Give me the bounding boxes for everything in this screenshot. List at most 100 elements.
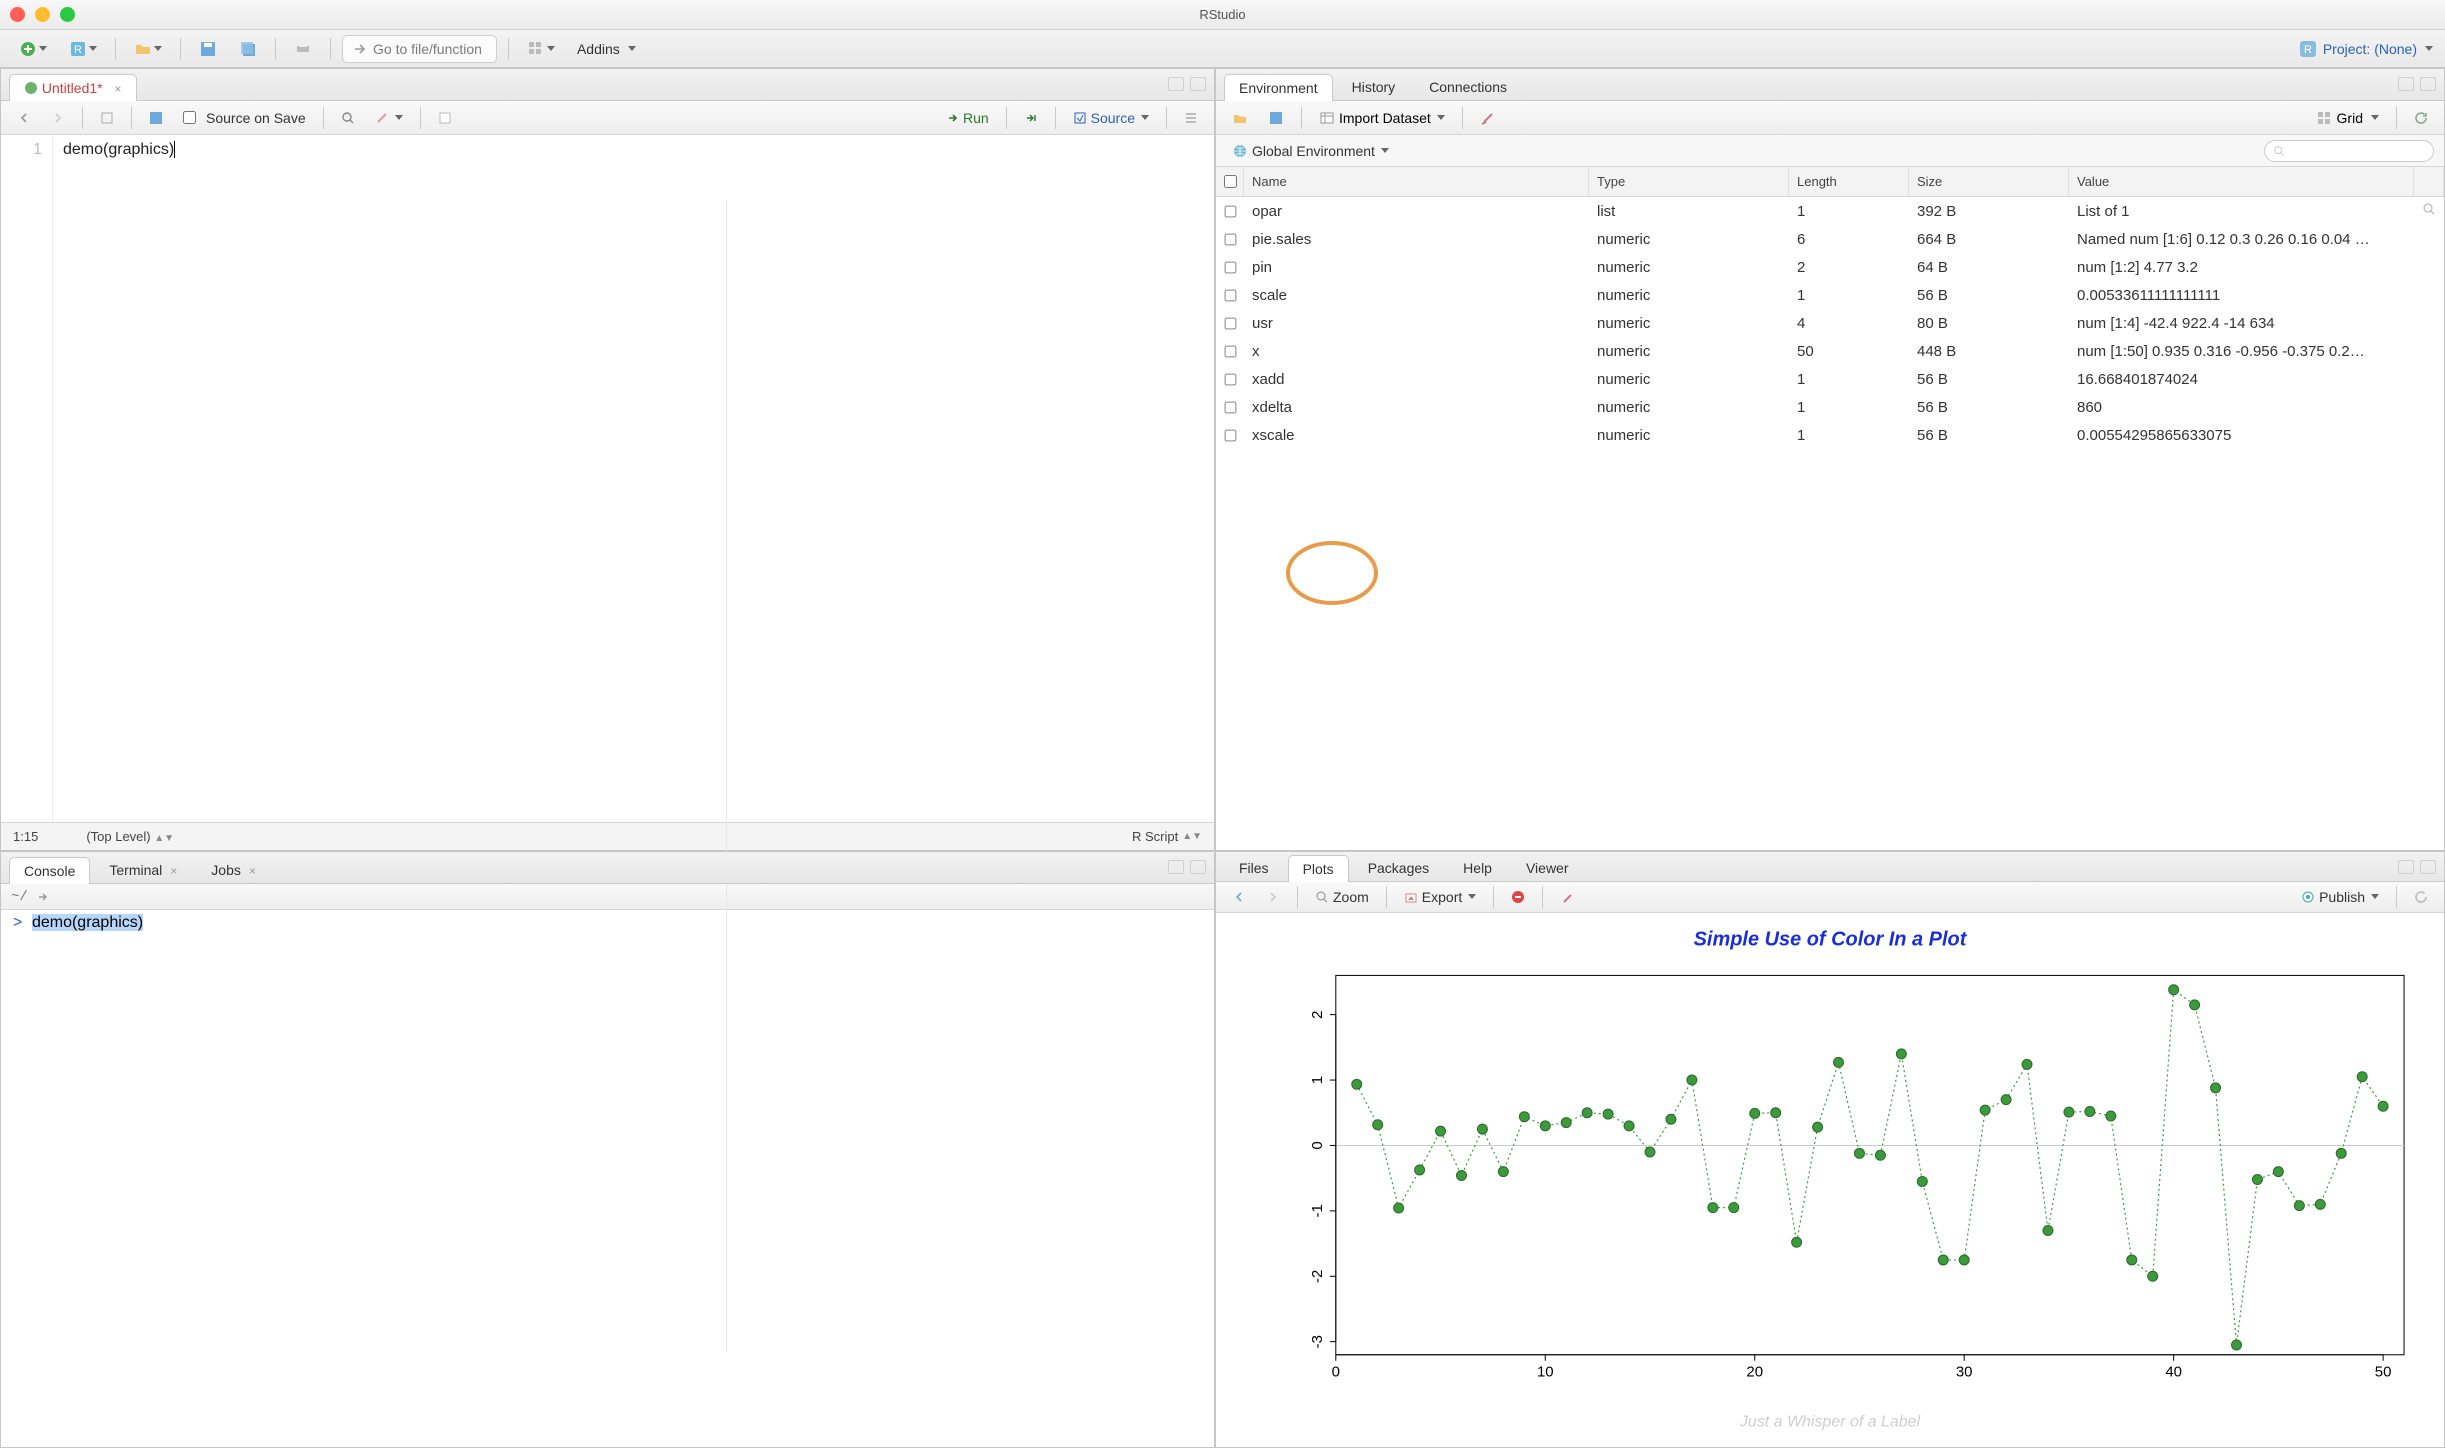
inspect-icon[interactable] [2422,202,2436,216]
env-row-pin[interactable]: pinnumeric264 Bnum [1:2] 4.77 3.2 [1216,253,2444,281]
re-run-button[interactable] [1018,105,1044,131]
minimize-pane-button[interactable] [1168,860,1184,874]
export-plot-button[interactable]: Export [1398,884,1482,910]
minimize-pane-button[interactable] [2398,860,2414,874]
maximize-pane-button[interactable] [1190,860,1206,874]
back-button[interactable] [11,105,37,131]
maximize-pane-button[interactable] [2420,77,2436,91]
compile-notebook-button[interactable] [432,105,458,131]
row-checkbox[interactable] [1224,205,1236,217]
forward-button[interactable] [45,105,71,131]
save-button[interactable] [192,35,224,63]
publish-plot-button[interactable]: Publish [2295,884,2385,910]
select-all-checkbox[interactable] [1224,175,1237,188]
refresh-plot-button[interactable] [2408,884,2434,910]
scope-selector[interactable]: (Top Level) [86,829,150,844]
row-checkbox[interactable] [1224,233,1236,245]
save-source-button[interactable] [143,105,169,131]
source-editor[interactable]: 1 demo(graphics) [1,135,1214,822]
run-button[interactable]: Run [941,105,995,131]
plots-prev-button[interactable] [1226,884,1252,910]
cell-value: 860 [2069,399,2414,416]
env-tab-history[interactable]: History [1337,73,1411,100]
row-checkbox[interactable] [1224,261,1236,273]
env-row-xadd[interactable]: xaddnumeric156 B16.668401874024 [1216,365,2444,393]
editor-code[interactable]: demo(graphics) [53,135,1214,822]
env-row-x[interactable]: xnumeric50448 Bnum [1:50] 0.935 0.316 -0… [1216,337,2444,365]
env-tab-connections[interactable]: Connections [1414,73,1522,100]
file-type-selector[interactable]: R Script [1132,829,1178,844]
col-value[interactable]: Value [2069,167,2414,196]
refresh-icon [2414,890,2428,904]
source-button[interactable]: Source [1067,105,1155,131]
row-checkbox[interactable] [1224,317,1236,329]
minimize-pane-button[interactable] [1168,77,1184,91]
minimize-pane-button[interactable] [2398,77,2414,91]
env-view-mode[interactable]: Grid [2311,105,2385,131]
import-dataset-button[interactable]: Import Dataset [1313,105,1451,131]
env-scope-selector[interactable]: Global Environment [1226,138,1395,164]
refresh-env-button[interactable] [2408,105,2434,131]
magic-wand-button[interactable] [369,105,409,131]
env-row-pie.sales[interactable]: pie.salesnumeric6664 BNamed num [1:6] 0.… [1216,225,2444,253]
br-tab-help[interactable]: Help [1448,854,1507,881]
new-file-button[interactable] [12,35,54,63]
close-tab-icon[interactable]: × [249,864,256,878]
env-row-usr[interactable]: usrnumeric480 Bnum [1:4] -42.4 922.4 -14… [1216,309,2444,337]
br-tab-packages[interactable]: Packages [1353,854,1444,881]
clear-workspace-button[interactable] [1474,105,1502,131]
zoom-window[interactable] [60,7,75,22]
row-checkbox[interactable] [1224,429,1236,441]
row-checkbox[interactable] [1224,373,1236,385]
br-tab-plots[interactable]: Plots [1288,855,1349,882]
save-all-button[interactable] [232,35,264,63]
print-button[interactable] [287,35,319,63]
cell-type: numeric [1589,371,1789,388]
close-window[interactable] [10,7,25,22]
env-row-opar[interactable]: oparlist1392 BList of 1 [1216,197,2444,225]
row-checkbox[interactable] [1224,345,1236,357]
maximize-pane-button[interactable] [1190,77,1206,91]
br-tab-viewer[interactable]: Viewer [1511,854,1584,881]
clear-plots-button[interactable] [1554,884,1580,910]
console-body[interactable]: > demo(graphics) [1,910,1214,1447]
save-workspace-button[interactable] [1262,105,1290,131]
row-checkbox[interactable] [1224,401,1236,413]
new-project-button[interactable]: R [62,35,104,63]
env-row-scale[interactable]: scalenumeric156 B0.00533611111111111 [1216,281,2444,309]
col-length[interactable]: Length [1789,167,1909,196]
console-tab-console[interactable]: Console [9,857,90,884]
row-checkbox[interactable] [1224,289,1236,301]
show-in-new-window-button[interactable] [94,105,120,131]
minimize-window[interactable] [35,7,50,22]
source-on-save-checkbox[interactable]: Source on Save [177,105,312,131]
console-tab-jobs[interactable]: Jobs× [196,856,271,883]
br-tab-files[interactable]: Files [1224,854,1284,881]
close-tab-icon[interactable]: × [114,82,121,96]
remove-plot-button[interactable] [1505,884,1531,910]
console-cwd-arrow-icon[interactable] [36,890,50,904]
cell-size: 56 B [1909,287,2069,304]
console-tab-terminal[interactable]: Terminal× [94,856,192,883]
zoom-plot-button[interactable]: Zoom [1309,884,1375,910]
col-name[interactable]: Name [1244,167,1589,196]
maximize-pane-button[interactable] [2420,860,2436,874]
load-workspace-button[interactable] [1226,105,1254,131]
go-to-file-function[interactable]: Go to file/function [342,35,497,63]
open-file-button[interactable] [127,35,169,63]
env-row-xdelta[interactable]: xdeltanumeric156 B860 [1216,393,2444,421]
project-menu[interactable]: R Project: (None) [2299,40,2433,58]
env-tab-environment[interactable]: Environment [1224,74,1333,101]
env-row-xscale[interactable]: xscalenumeric156 B0.00554295865633075 [1216,421,2444,449]
col-size[interactable]: Size [1909,167,2069,196]
source-statusbar: 1:15 (Top Level) ▲▼ R Script ▲▼ [1,822,1214,850]
addins-menu[interactable]: Addins [570,35,643,63]
close-tab-icon[interactable]: × [170,864,177,878]
outline-button[interactable] [1178,105,1204,131]
plots-next-button[interactable] [1260,884,1286,910]
grid-toggle-button[interactable] [520,35,562,63]
find-button[interactable] [335,105,361,131]
env-search-input[interactable] [2264,140,2434,162]
col-type[interactable]: Type [1589,167,1789,196]
source-tab-untitled[interactable]: Untitled1* × [9,74,137,101]
